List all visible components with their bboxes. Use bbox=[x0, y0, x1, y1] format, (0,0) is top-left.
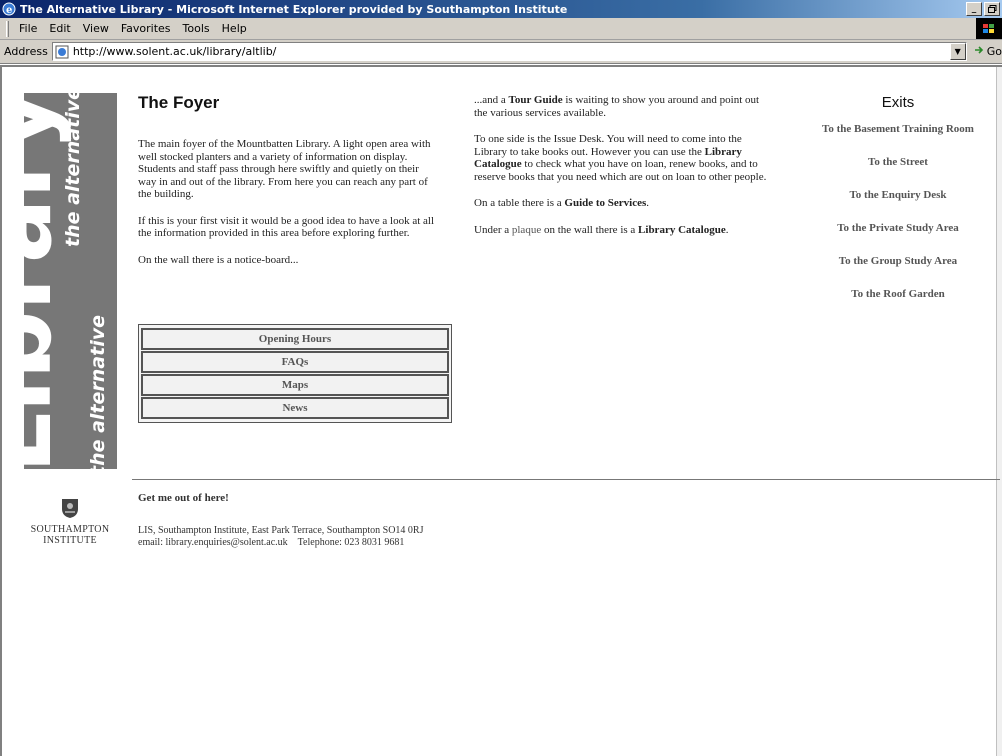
menu-bar: File Edit View Favorites Tools Help bbox=[0, 18, 1002, 40]
library-catalogue-link-2[interactable]: Library Catalogue bbox=[638, 224, 726, 236]
plaque-para: Under a plaque on the wall there is a Li… bbox=[474, 224, 774, 237]
page-viewport: Library the alternative the alternative … bbox=[0, 65, 1002, 756]
services-column: ...and a Tour Guide is waiting to show y… bbox=[474, 94, 774, 250]
exit-group-study-area[interactable]: To the Group Study Area bbox=[808, 253, 988, 286]
go-arrow-icon bbox=[973, 44, 985, 59]
address-bar: Address http://www.solent.ac.uk/library/… bbox=[0, 40, 1002, 64]
svg-text:e: e bbox=[6, 5, 12, 16]
foyer-para-2: If this is your first visit it would be … bbox=[138, 214, 435, 240]
issue-desk-para: To one side is the Issue Desk. You will … bbox=[474, 133, 774, 183]
vertical-scrollbar[interactable] bbox=[996, 67, 1002, 756]
maximize-button[interactable] bbox=[984, 2, 1000, 16]
tour-guide-para: ...and a Tour Guide is waiting to show y… bbox=[474, 94, 774, 119]
notice-board: Opening Hours FAQs Maps News bbox=[138, 324, 452, 423]
toolbar-grip[interactable] bbox=[6, 20, 9, 37]
exits-title: Exits bbox=[881, 94, 915, 111]
menu-file[interactable]: File bbox=[13, 20, 43, 37]
menu-favorites[interactable]: Favorites bbox=[115, 20, 177, 37]
exit-private-study-area[interactable]: To the Private Study Area bbox=[808, 220, 988, 253]
tour-guide-link[interactable]: Tour Guide bbox=[509, 94, 563, 106]
email-label: email: bbox=[138, 537, 166, 548]
guide-to-services-link[interactable]: Guide to Services bbox=[564, 197, 646, 209]
menu-view[interactable]: View bbox=[77, 20, 115, 37]
go-button[interactable]: Go bbox=[973, 44, 1002, 59]
text: Under a bbox=[474, 223, 512, 236]
address-input[interactable]: http://www.solent.ac.uk/library/altlib/ … bbox=[51, 42, 967, 61]
guide-services-para: On a table there is a Guide to Services. bbox=[474, 197, 774, 210]
address-label: Address bbox=[4, 45, 48, 58]
go-label: Go bbox=[986, 45, 1002, 58]
plaque-link[interactable]: plaque bbox=[512, 224, 541, 236]
banner-tagline-top: the alternative bbox=[62, 93, 84, 247]
address-dropdown-arrow-icon[interactable]: ▼ bbox=[949, 43, 966, 60]
menu-edit[interactable]: Edit bbox=[43, 20, 76, 37]
window-title-bar[interactable]: e The Alternative Library - Microsoft In… bbox=[0, 0, 1002, 18]
get-me-out-link[interactable]: Get me out of here! bbox=[138, 492, 229, 504]
southampton-institute-logo[interactable]: SOUTHAMPTON INSTITUTE bbox=[20, 497, 120, 546]
window-title: The Alternative Library - Microsoft Inte… bbox=[20, 2, 568, 16]
logo-line-1: SOUTHAMPTON bbox=[30, 524, 110, 535]
foyer-para-3: On the wall there is a notice-board... bbox=[138, 253, 299, 266]
exits-panel: Exits To the Basement Training Room To t… bbox=[808, 94, 988, 319]
text: . bbox=[725, 223, 729, 236]
maximize-icon bbox=[987, 5, 996, 13]
text: on the wall there is a bbox=[541, 223, 639, 236]
address-line: LIS, Southampton Institute, East Park Te… bbox=[138, 525, 424, 536]
exit-roof-garden[interactable]: To the Roof Garden bbox=[808, 286, 988, 319]
notice-faqs[interactable]: FAQs bbox=[141, 351, 449, 373]
exit-enquiry-desk[interactable]: To the Enquiry Desk bbox=[808, 187, 988, 220]
exit-street[interactable]: To the Street bbox=[808, 154, 988, 187]
contact-line: email: library.enquiries@solent.ac.uk Te… bbox=[138, 537, 423, 549]
notice-maps[interactable]: Maps bbox=[141, 374, 449, 396]
logo-line-2: INSTITUTE bbox=[43, 535, 97, 546]
menu-help[interactable]: Help bbox=[216, 20, 253, 37]
footer-address: LIS, Southampton Institute, East Park Te… bbox=[138, 525, 423, 549]
text: ...and a bbox=[474, 94, 509, 106]
text: To one side is the Issue Desk. You will … bbox=[474, 133, 742, 158]
notice-opening-hours[interactable]: Opening Hours bbox=[141, 328, 449, 350]
text: . bbox=[646, 197, 650, 209]
page-icon bbox=[55, 45, 69, 59]
exit-basement-training-room[interactable]: To the Basement Training Room bbox=[808, 121, 988, 154]
crest-icon bbox=[60, 497, 80, 519]
menu-tools[interactable]: Tools bbox=[177, 20, 216, 37]
windows-flag-icon bbox=[976, 18, 1002, 39]
banner-tagline-bottom: the alternative bbox=[87, 315, 109, 469]
page-title: The Foyer bbox=[138, 93, 220, 112]
email-link[interactable]: library.enquiries@solent.ac.uk bbox=[166, 537, 288, 548]
foyer-para-1: The main foyer of the Mountbatten Librar… bbox=[138, 138, 431, 200]
footer-divider bbox=[132, 479, 1000, 480]
notice-news[interactable]: News bbox=[141, 397, 449, 419]
text: On a table there is a bbox=[474, 197, 565, 209]
internet-explorer-icon: e bbox=[2, 2, 16, 16]
minimize-button[interactable]: _ bbox=[966, 2, 982, 16]
library-banner: Library the alternative the alternative bbox=[24, 93, 117, 469]
foyer-description-column: The main foyer of the Mountbatten Librar… bbox=[138, 138, 438, 280]
address-url: http://www.solent.ac.uk/library/altlib/ bbox=[72, 45, 277, 58]
telephone: Telephone: 023 8031 9681 bbox=[297, 537, 405, 548]
